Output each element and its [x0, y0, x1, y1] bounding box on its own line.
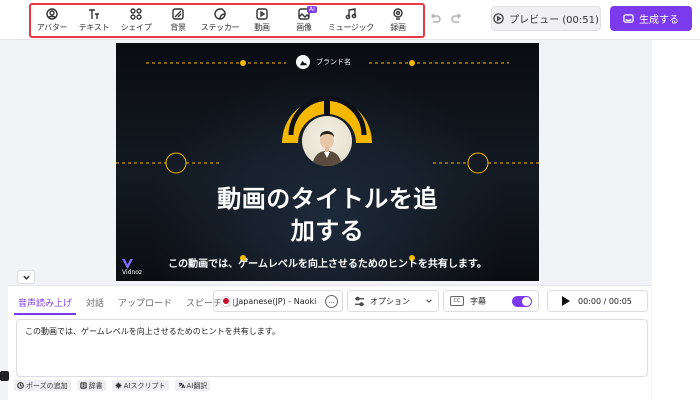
redo-icon: [451, 13, 462, 23]
cc-icon: CC: [450, 296, 464, 306]
tool-label: テキスト: [78, 23, 110, 32]
undo-button[interactable]: [428, 12, 442, 26]
tool-background[interactable]: 背景: [157, 5, 199, 36]
tool-label: ステッカー: [200, 23, 240, 32]
play-circle-icon: [493, 13, 504, 24]
music-icon: [345, 8, 357, 20]
redo-button[interactable]: [450, 12, 464, 26]
dictionary-button[interactable]: 辞書: [76, 380, 106, 391]
chip-label: 辞書: [88, 381, 103, 390]
tool-label: アバター: [36, 23, 68, 32]
shapes-icon: [130, 8, 142, 20]
tab-dialogue[interactable]: 対話: [82, 294, 108, 315]
tab-upload[interactable]: アップロード: [114, 294, 176, 315]
chip-label: AI翻訳: [186, 381, 208, 390]
element-toolbar: アバター テキスト シェイプ 背景 ステッカー 動画 AI 画像 ミュージック …: [29, 3, 425, 38]
tool-video[interactable]: 動画: [241, 5, 283, 36]
video-icon: [256, 8, 268, 20]
tool-sticker[interactable]: ステッカー: [199, 5, 241, 36]
play-icon[interactable]: [562, 296, 570, 306]
ai-badge: AI: [307, 6, 317, 13]
chevron-down-icon: [426, 299, 432, 303]
video-title[interactable]: 動画のタイトルを追 加する: [116, 183, 539, 247]
voice-selector[interactable]: Japanese(JP) - Naoki ...: [213, 290, 343, 312]
record-icon: [393, 8, 403, 20]
tool-label: 画像: [296, 23, 312, 32]
video-title-line: 加する: [290, 217, 365, 245]
brand-name: ブランド名: [316, 58, 351, 66]
background-icon: [172, 8, 184, 20]
ai-script-button[interactable]: AIスクリプト: [111, 380, 169, 391]
tool-label: 動画: [254, 23, 270, 32]
tab-tts[interactable]: 音声読み上げ: [14, 294, 77, 315]
generate-button[interactable]: 生成する: [610, 6, 692, 31]
clock-icon: [17, 382, 24, 389]
chat-icon[interactable]: [0, 371, 9, 381]
top-bar: アバター テキスト シェイプ 背景 ステッカー 動画 AI 画像 ミュージック …: [0, 0, 700, 40]
avatar-presenter[interactable]: [302, 116, 352, 166]
text-icon: [89, 9, 99, 19]
add-pause-button[interactable]: ポーズの追加: [14, 380, 71, 391]
preview-label: プレビュー (00:51): [509, 15, 599, 26]
avatar-icon: [46, 8, 58, 20]
chevron-down-icon: [22, 275, 30, 280]
audio-player: 00:00 / 00:05: [547, 290, 648, 312]
right-panel: [652, 40, 700, 400]
tool-image[interactable]: AI 画像: [283, 5, 325, 36]
tool-label: 背景: [170, 23, 186, 32]
tool-record[interactable]: 録画: [377, 5, 419, 36]
time-display: 00:00 / 00:05: [578, 296, 632, 306]
brand-logo[interactable]: ブランド名: [296, 55, 351, 69]
watermark: Vidnoz: [122, 259, 142, 276]
generate-icon: [623, 14, 634, 23]
video-canvas[interactable]: ブランド名 動画のタイトルを追 加する この動画では、ゲームレベルを向上させるた…: [116, 43, 539, 281]
preview-button[interactable]: プレビュー (00:51): [491, 6, 601, 31]
subtitle-toggle-group: CC 字幕: [443, 290, 539, 312]
translate-icon: [178, 382, 185, 389]
script-text: この動画では、ゲームレベルを向上させるためのヒントを共有します。: [25, 327, 280, 336]
video-subtitle[interactable]: この動画では、ゲームレベルを向上させるためのヒントを共有します。: [116, 255, 539, 270]
tool-music[interactable]: ミュージック: [325, 5, 377, 36]
sticker-icon: [214, 8, 226, 20]
voice-name: Japanese(JP) - Naoki: [236, 296, 317, 306]
mountain-icon: [296, 55, 310, 69]
tool-label: シェイプ: [120, 23, 152, 32]
video-title-line: 動画のタイトルを追: [217, 185, 438, 213]
generate-label: 生成する: [639, 15, 679, 26]
collapse-panel-button[interactable]: [17, 270, 35, 284]
tool-shapes[interactable]: シェイプ: [115, 5, 157, 36]
tool-text[interactable]: テキスト: [73, 5, 115, 36]
subtitle-label: 字幕: [470, 296, 486, 306]
ai-translate-button[interactable]: AI翻訳: [174, 380, 211, 391]
vidnoz-logo-icon: [122, 259, 133, 269]
script-panel: 音声読み上げ 対話 アップロード スピーチなし Japanese(JP) - N…: [8, 285, 651, 400]
subtitle-toggle[interactable]: [512, 295, 532, 307]
dictionary-icon: [79, 382, 87, 389]
watermark-text: Vidnoz: [122, 269, 143, 276]
japan-flag-icon: [220, 295, 231, 307]
tool-avatar[interactable]: アバター: [31, 5, 73, 36]
option-label: オプション: [370, 296, 410, 306]
option-dropdown[interactable]: オプション: [347, 290, 439, 312]
sliders-icon: [354, 296, 365, 306]
sparkle-icon: [115, 382, 122, 389]
tool-label: ミュージック: [327, 23, 375, 32]
chip-label: ポーズの追加: [26, 381, 68, 390]
undo-icon: [430, 13, 441, 23]
tool-label: 録画: [390, 23, 406, 32]
presenter-figure: [312, 131, 342, 166]
script-textarea[interactable]: この動画では、ゲームレベルを向上させるためのヒントを共有します。: [16, 319, 648, 377]
more-icon[interactable]: ...: [325, 294, 338, 308]
chip-label: AIスクリプト: [123, 381, 166, 390]
script-tools: ポーズの追加 辞書 AIスクリプト AI翻訳: [14, 380, 211, 391]
